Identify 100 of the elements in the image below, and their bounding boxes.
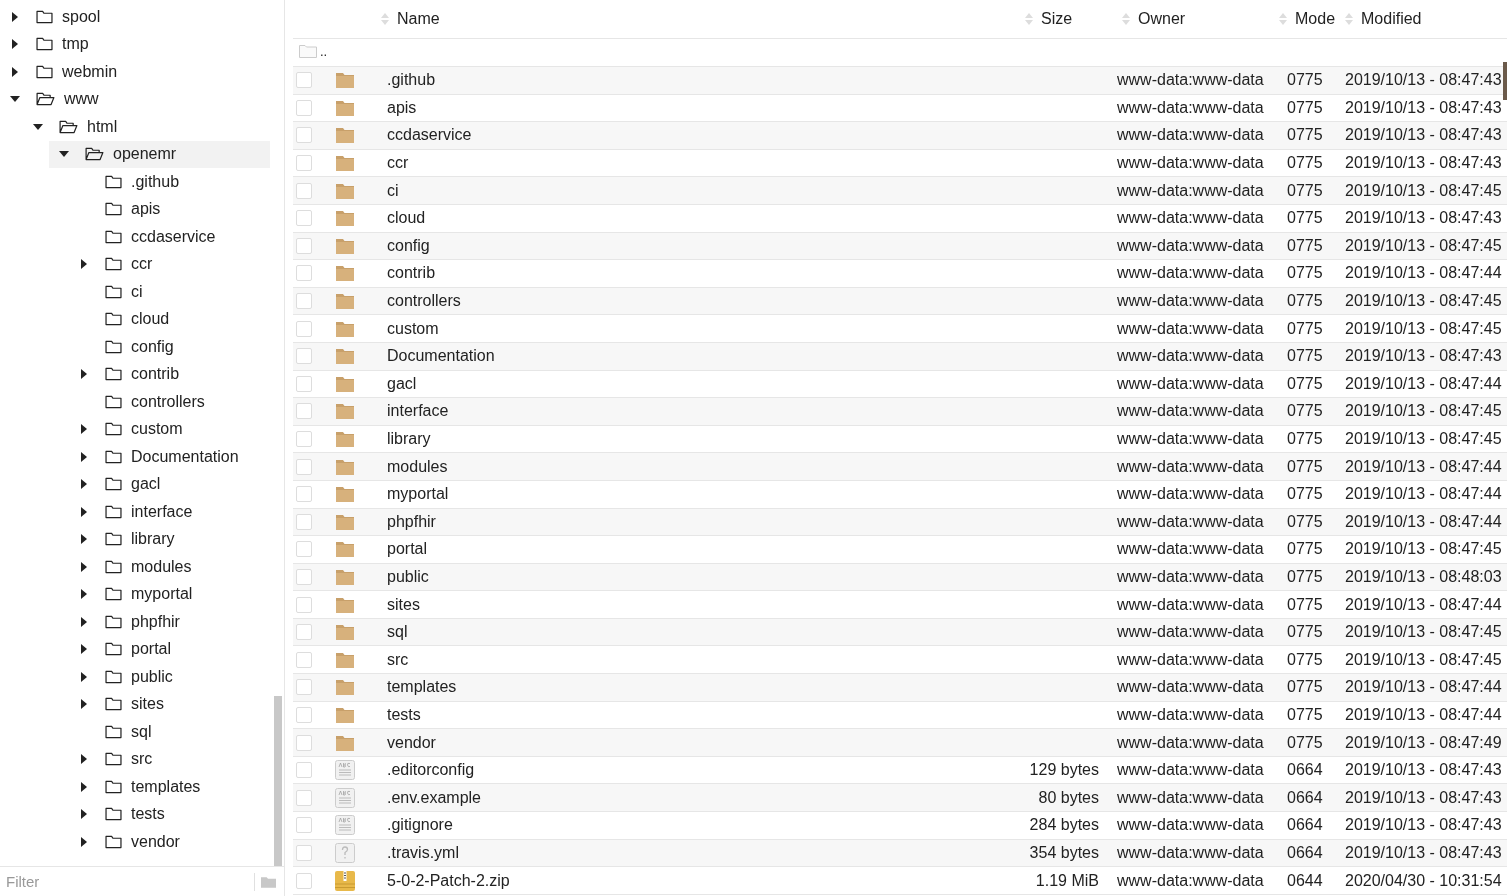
row-checkbox[interactable] bbox=[296, 513, 312, 530]
file-name[interactable]: .env.example bbox=[387, 788, 1007, 807]
file-name[interactable]: Documentation bbox=[387, 347, 1007, 366]
file-name[interactable]: 5-0-2-Patch-2.zip bbox=[387, 871, 1007, 890]
row-checkbox[interactable] bbox=[296, 182, 312, 199]
file-name[interactable]: sql bbox=[387, 623, 1007, 642]
file-name[interactable]: interface bbox=[387, 402, 1007, 421]
column-header[interactable]: Mode bbox=[1295, 10, 1336, 28]
file-name[interactable]: myportal bbox=[387, 485, 1007, 504]
scrollbar-thumb[interactable] bbox=[274, 696, 282, 866]
file-name[interactable]: config bbox=[387, 236, 1007, 255]
file-name[interactable]: library bbox=[387, 430, 1007, 448]
tree-item[interactable]: sql bbox=[0, 718, 270, 746]
row-checkbox[interactable] bbox=[296, 265, 312, 282]
caret-right-icon[interactable] bbox=[81, 616, 87, 627]
caret-down-icon[interactable] bbox=[59, 151, 69, 158]
caret-right-icon[interactable] bbox=[81, 534, 87, 545]
column-header[interactable]: Owner bbox=[1138, 10, 1186, 28]
filter-field[interactable]: Filter bbox=[4, 872, 248, 891]
row-checkbox[interactable] bbox=[296, 431, 312, 447]
sort-icon[interactable] bbox=[1122, 12, 1130, 26]
file-name[interactable]: apis bbox=[387, 98, 1007, 117]
tree-item[interactable]: vendor bbox=[0, 828, 270, 856]
tree-item[interactable]: gacl bbox=[0, 470, 270, 498]
file-name[interactable]: phpfhir bbox=[387, 512, 1007, 531]
file-name[interactable]: cloud bbox=[387, 209, 1007, 228]
file-name[interactable]: .editorconfig bbox=[387, 761, 1007, 780]
sort-icon[interactable] bbox=[381, 12, 389, 26]
caret-right-icon[interactable] bbox=[81, 561, 87, 572]
tree-item[interactable]: spool bbox=[0, 3, 270, 31]
caret-down-icon[interactable] bbox=[33, 123, 43, 130]
file-name[interactable]: controllers bbox=[387, 292, 1007, 311]
row-checkbox[interactable] bbox=[296, 293, 312, 310]
caret-right-icon[interactable] bbox=[81, 589, 87, 600]
row-checkbox[interactable] bbox=[296, 458, 312, 475]
file-name[interactable]: .github bbox=[387, 71, 1007, 90]
tree-item[interactable]: portal bbox=[0, 635, 270, 663]
tree-item[interactable]: html bbox=[0, 113, 270, 141]
tree-item[interactable]: Documentation bbox=[0, 443, 270, 471]
tree-item[interactable]: ccdaservice bbox=[0, 223, 270, 251]
caret-right-icon[interactable] bbox=[81, 699, 87, 710]
tree-item[interactable]: ci bbox=[0, 278, 270, 306]
tree-item[interactable]: www bbox=[0, 85, 270, 113]
row-checkbox[interactable] bbox=[296, 844, 312, 861]
caret-right-icon[interactable] bbox=[81, 781, 87, 792]
caret-right-icon[interactable] bbox=[81, 754, 87, 765]
tree-item[interactable]: apis bbox=[0, 195, 270, 223]
parent-link[interactable]: .. bbox=[320, 45, 328, 58]
tree-item[interactable]: custom bbox=[0, 415, 270, 443]
tree-item[interactable]: contrib bbox=[0, 360, 270, 388]
file-name[interactable]: portal bbox=[387, 540, 1007, 559]
row-checkbox[interactable] bbox=[296, 596, 312, 613]
tree-item[interactable]: tests bbox=[0, 800, 270, 828]
caret-right-icon[interactable] bbox=[81, 451, 87, 462]
tree-item[interactable]: tmp bbox=[0, 30, 270, 58]
tree-item[interactable]: library bbox=[0, 525, 270, 553]
caret-right-icon[interactable] bbox=[81, 369, 87, 380]
tree-item[interactable]: interface bbox=[0, 498, 270, 526]
caret-right-icon[interactable] bbox=[81, 671, 87, 682]
row-checkbox[interactable] bbox=[296, 541, 312, 558]
tree-item[interactable]: config bbox=[0, 333, 270, 361]
file-name[interactable]: .travis.yml bbox=[387, 843, 1007, 862]
caret-right-icon[interactable] bbox=[81, 259, 87, 270]
file-name[interactable]: public bbox=[387, 568, 1007, 586]
file-name[interactable]: sites bbox=[387, 595, 1007, 614]
file-name[interactable]: modules bbox=[387, 457, 1007, 476]
file-name[interactable]: vendor bbox=[387, 733, 1007, 752]
tree-item[interactable]: myportal bbox=[0, 580, 270, 608]
tree-item[interactable]: cloud bbox=[0, 305, 270, 333]
file-name[interactable]: .gitignore bbox=[387, 816, 1007, 835]
sort-icon[interactable] bbox=[1345, 12, 1353, 26]
row-checkbox[interactable] bbox=[296, 348, 312, 365]
tree-item[interactable]: src bbox=[0, 745, 270, 773]
column-header[interactable]: Modified bbox=[1361, 10, 1422, 28]
caret-right-icon[interactable] bbox=[12, 39, 18, 50]
tree-item[interactable]: sites bbox=[0, 690, 270, 718]
row-checkbox[interactable] bbox=[296, 155, 312, 172]
caret-right-icon[interactable] bbox=[81, 836, 87, 847]
tree-item[interactable]: ccr bbox=[0, 250, 270, 278]
row-checkbox[interactable] bbox=[296, 706, 312, 723]
tree-item[interactable]: openemr bbox=[49, 140, 270, 168]
scrollbar-thumb[interactable] bbox=[1503, 62, 1507, 100]
row-checkbox[interactable] bbox=[296, 651, 312, 668]
sort-icon[interactable] bbox=[1025, 12, 1033, 26]
row-checkbox[interactable] bbox=[296, 762, 312, 779]
caret-right-icon[interactable] bbox=[12, 11, 18, 22]
row-checkbox[interactable] bbox=[296, 320, 312, 337]
file-name[interactable]: custom bbox=[387, 319, 1007, 338]
row-checkbox[interactable] bbox=[296, 734, 312, 751]
row-checkbox[interactable] bbox=[296, 237, 312, 254]
tree-item[interactable]: phpfhir bbox=[0, 608, 270, 636]
row-checkbox[interactable] bbox=[296, 817, 312, 834]
row-checkbox[interactable] bbox=[296, 679, 312, 696]
row-checkbox[interactable] bbox=[296, 624, 312, 641]
caret-right-icon[interactable] bbox=[81, 479, 87, 490]
caret-right-icon[interactable] bbox=[81, 506, 87, 517]
file-name[interactable]: ccdaservice bbox=[387, 126, 1007, 145]
tree-item[interactable]: public bbox=[0, 663, 270, 691]
row-checkbox[interactable] bbox=[296, 403, 312, 420]
row-checkbox[interactable] bbox=[296, 872, 312, 889]
